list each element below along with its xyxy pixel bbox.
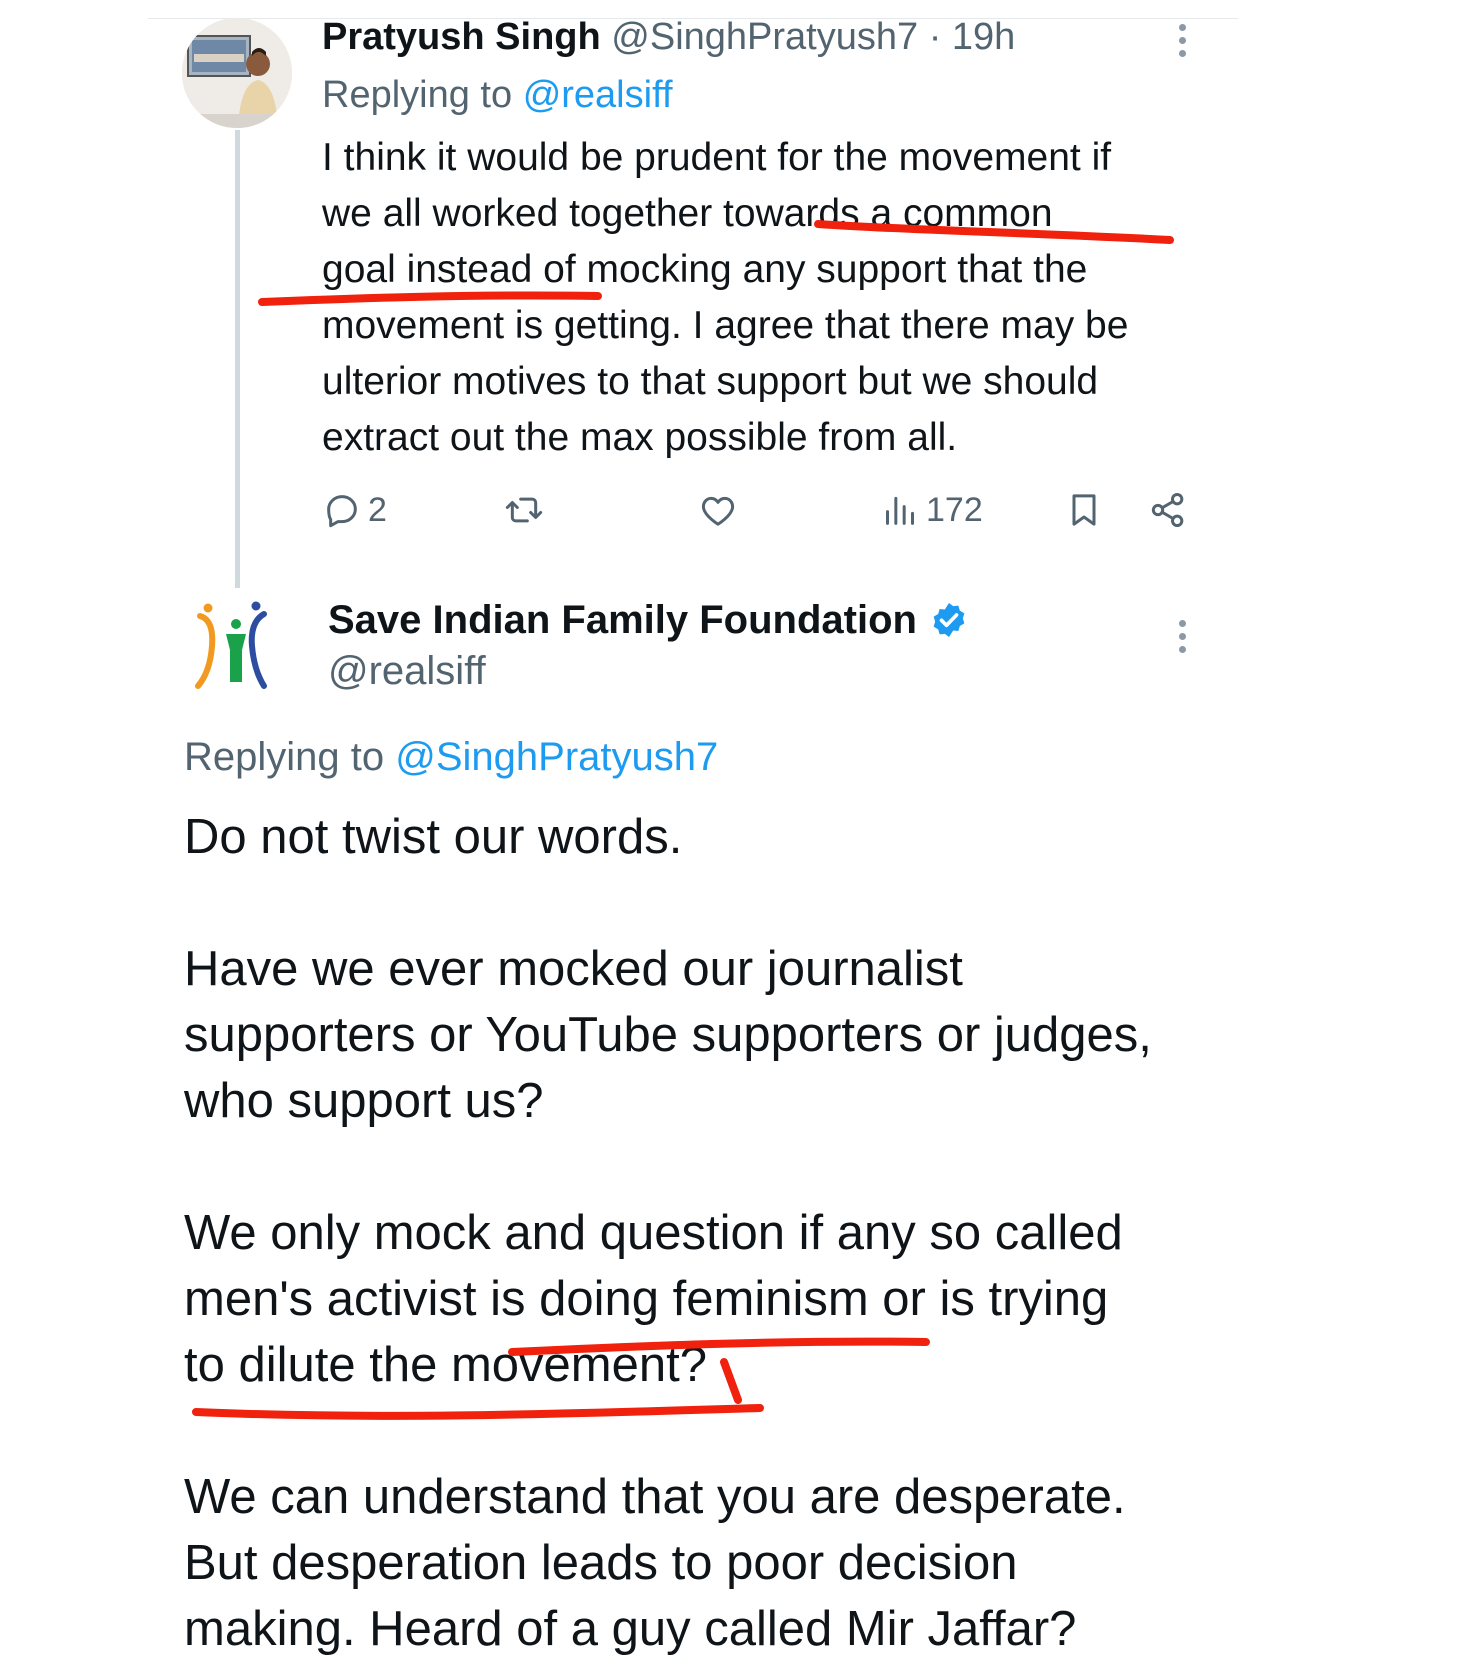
verified-badge-icon bbox=[933, 603, 965, 637]
more-icon[interactable] bbox=[1177, 620, 1187, 653]
replying-mention-link[interactable]: @SinghPratyush7 bbox=[395, 735, 718, 779]
like-icon bbox=[701, 496, 735, 526]
bookmark-button[interactable] bbox=[1064, 482, 1104, 538]
avatar[interactable] bbox=[182, 18, 292, 128]
replying-to: Replying to @SinghPratyush7 bbox=[184, 732, 718, 782]
author-name[interactable]: Save Indian Family Foundation bbox=[328, 594, 917, 646]
bookmark-icon bbox=[1072, 494, 1096, 526]
views-button[interactable]: 172 bbox=[880, 482, 983, 538]
siff-logo-avatar[interactable] bbox=[190, 598, 290, 698]
reply-tweet-text: I think it would be prudent for the move… bbox=[322, 136, 1129, 459]
views-icon bbox=[886, 496, 914, 525]
author-name[interactable]: Pratyush Singh bbox=[322, 16, 601, 58]
more-icon[interactable] bbox=[1177, 24, 1187, 57]
siff-name-row: Save Indian Family Foundation bbox=[328, 594, 969, 646]
action-bar: 2 172 bbox=[322, 482, 1192, 538]
like-button[interactable] bbox=[698, 482, 744, 538]
author-handle[interactable]: @realsiff bbox=[328, 645, 486, 697]
main-tweet-text: Do not twist our words. Have we ever moc… bbox=[184, 810, 1152, 1656]
reply-count: 2 bbox=[368, 490, 387, 529]
replying-prefix: Replying to bbox=[322, 74, 513, 116]
reply-icon bbox=[327, 495, 357, 528]
thread-line bbox=[235, 130, 240, 588]
replying-mention-link[interactable]: @realsiff bbox=[523, 74, 673, 116]
share-button[interactable] bbox=[1148, 482, 1188, 538]
retweet-button[interactable] bbox=[504, 482, 550, 538]
handle-and-timestamp[interactable]: @SinghPratyush7 · 19h bbox=[611, 16, 1015, 58]
replying-prefix: Replying to bbox=[184, 735, 385, 779]
views-count: 172 bbox=[926, 490, 983, 529]
share-icon bbox=[1151, 493, 1184, 527]
replying-to: Replying to @realsiff bbox=[322, 70, 673, 120]
reply-header: Pratyush Singh @SinghPratyush7 · 19h bbox=[322, 12, 1015, 62]
retweet-icon bbox=[505, 497, 543, 523]
avatar-photo bbox=[182, 18, 292, 128]
siff-logo bbox=[195, 601, 267, 689]
reply-button[interactable]: 2 bbox=[322, 482, 387, 538]
